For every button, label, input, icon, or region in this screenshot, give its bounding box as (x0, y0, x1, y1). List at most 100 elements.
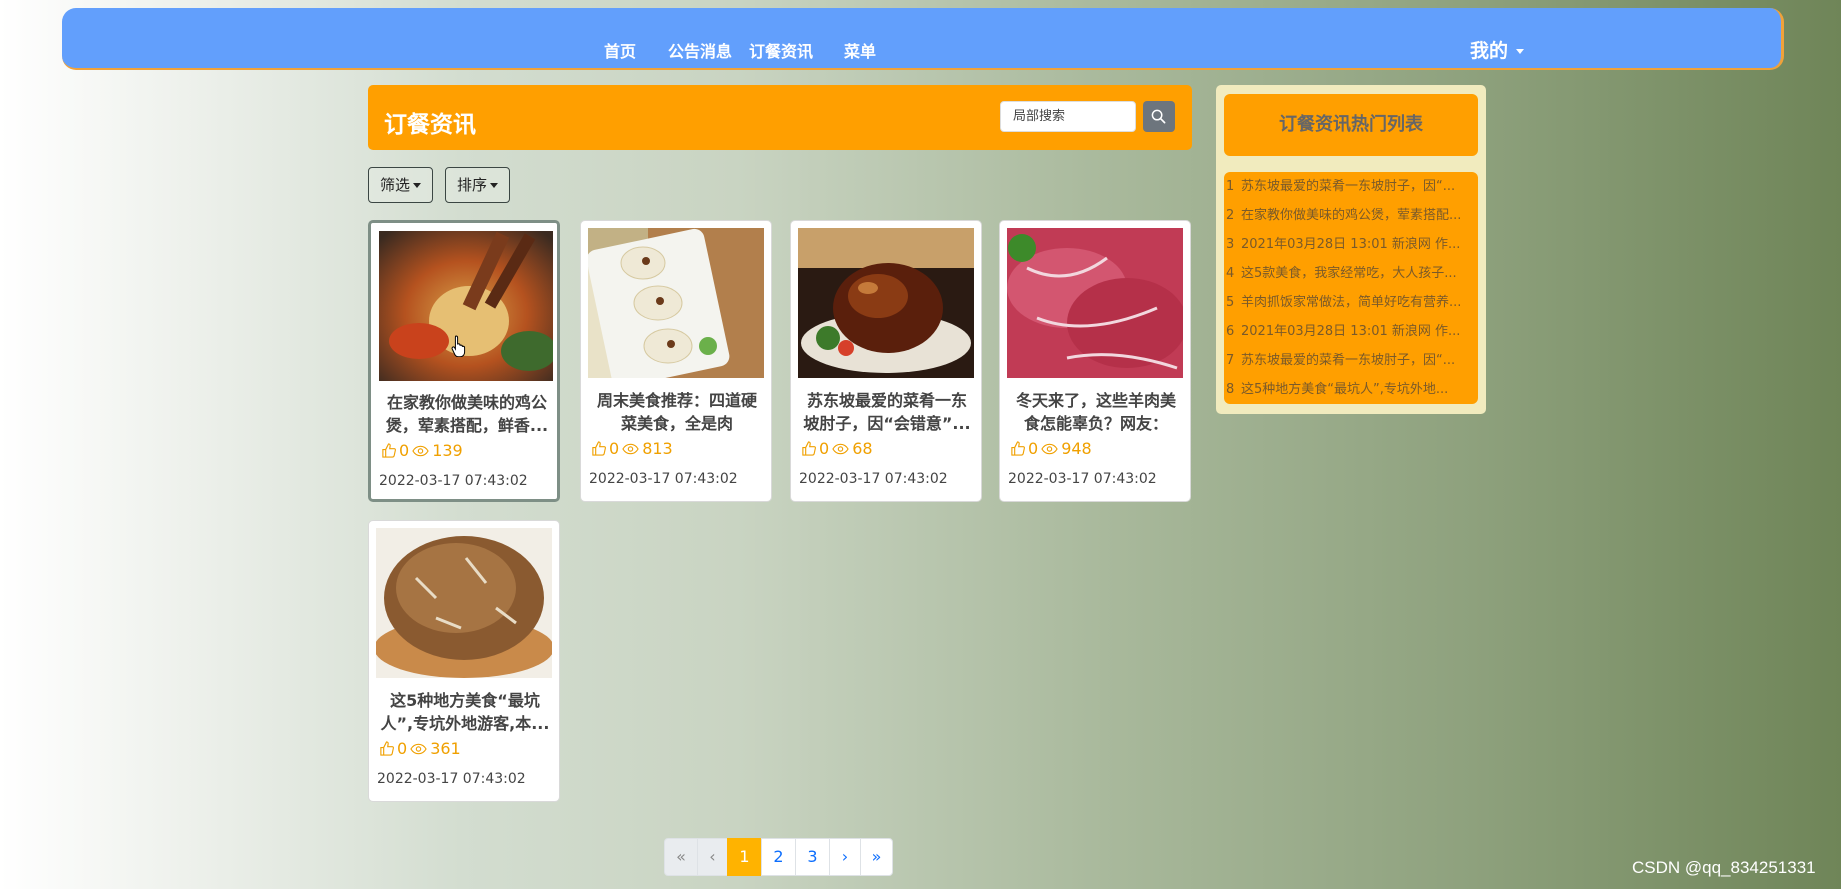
card-title: 冬天来了，这些羊肉美食怎能辜负？网友：现... (1015, 391, 1176, 433)
sort-dropdown-button[interactable]: 排序 (445, 167, 511, 203)
hot-item-text: 在家教你做美味的鸡公煲，荤素搭配... (1241, 208, 1462, 223)
like-count: 0 (819, 439, 830, 458)
view-count: 948 (1061, 439, 1092, 458)
hot-list-item[interactable]: 7 苏东坡最爱的菜肴一东坡肘子，因“... (1224, 346, 1478, 375)
pagination-prev-button[interactable]: ‹ (697, 838, 728, 876)
hot-list-item[interactable]: 2 在家教你做美味的鸡公煲，荤素搭配... (1224, 201, 1478, 230)
card-title: 苏东坡最爱的菜肴一东坡肘子，因“会错意”... (803, 391, 971, 433)
pagination-page-1[interactable]: 1 (727, 838, 762, 876)
view-count: 68 (852, 439, 873, 458)
search-button[interactable] (1143, 101, 1175, 132)
hot-list-panel: 订餐资讯热门列表 1 苏东坡最爱的菜肴一东坡肘子，因“... 2 在家教你做美味的鸡… (1216, 85, 1486, 414)
like-count: 0 (609, 439, 620, 458)
chevron-down-icon (413, 183, 422, 188)
thumbs-up-icon (592, 441, 606, 456)
eye-icon (410, 743, 427, 754)
eye-icon (832, 443, 849, 454)
hot-item-text: 羊肉抓饭家常做法，简单好吃有营养... (1241, 295, 1462, 310)
hot-item-text: 2021年03月28日 13:01 新浪网 作... (1241, 237, 1461, 252)
hot-item-text: 2021年03月28日 13:01 新浪网 作... (1241, 324, 1461, 339)
hand-cursor-icon (451, 335, 466, 357)
card-title: 这5种地方美食“最坑人”,专坑外地游客,本... (380, 691, 550, 733)
top-navbar: 首页 公告消息 订餐资讯 菜单 我的 (62, 8, 1784, 70)
card-date: 2022-03-17 07:43:02 (799, 471, 948, 487)
card-title: 周末美食推荐：四道硬菜美食，全是肉 (596, 391, 757, 433)
page-title: 订餐资讯 (384, 112, 476, 138)
watermark: CSDN @qq_834251331 (1632, 858, 1816, 877)
like-count: 0 (1028, 439, 1039, 458)
hot-item-text: 苏东坡最爱的菜肴一东坡肘子，因“... (1241, 179, 1456, 194)
hot-item-rank: 8 (1226, 382, 1235, 397)
card-stats: 0 139 (381, 441, 463, 460)
news-card[interactable]: 这5种地方美食“最坑人”,专坑外地游客,本... 0 361 2022-03-1… (368, 520, 560, 802)
hot-list-item[interactable]: 4 这5款美食，我家经常吃，大人孩子... (1224, 259, 1478, 288)
hot-item-rank: 6 (1226, 324, 1235, 339)
card-image-pork-knuckle (798, 228, 974, 378)
news-card[interactable]: 在家教你做美味的鸡公煲，荤素搭配，鲜香... 0 139 2022-03-17 … (368, 220, 560, 502)
hot-list-item[interactable]: 1 苏东坡最爱的菜肴一东坡肘子，因“... (1224, 172, 1478, 201)
hot-item-rank: 3 (1226, 237, 1235, 252)
pagination-page-3[interactable]: 3 (795, 838, 830, 876)
card-stats: 0 948 (1010, 439, 1092, 458)
news-card[interactable]: 周末美食推荐：四道硬菜美食，全是肉 0 813 2022-03-17 07:43… (580, 220, 772, 502)
thumbs-up-icon (1011, 441, 1025, 456)
card-image-rolls (588, 228, 764, 378)
eye-icon (622, 443, 639, 454)
card-stats: 0 361 (379, 739, 461, 758)
hot-item-text: 这5种地方美食“最坑人”,专坑外地... (1241, 382, 1449, 397)
nav-menu[interactable]: 菜单 (844, 38, 876, 62)
like-count: 0 (397, 739, 408, 758)
search-icon (1151, 109, 1166, 124)
hot-item-rank: 2 (1226, 208, 1235, 223)
card-date: 2022-03-17 07:43:02 (379, 473, 528, 489)
view-count: 139 (432, 441, 463, 460)
hot-item-rank: 1 (1226, 179, 1235, 194)
filter-label: 筛选 (380, 176, 411, 194)
hot-list-item[interactable]: 5 羊肉抓饭家常做法，简单好吃有营养... (1224, 288, 1478, 317)
sort-label: 排序 (457, 176, 488, 194)
hot-item-rank: 7 (1226, 353, 1235, 368)
hot-item-rank: 4 (1226, 266, 1235, 281)
hot-list-item[interactable]: 3 2021年03月28日 13:01 新浪网 作... (1224, 230, 1478, 259)
nav-announcements[interactable]: 公告消息 (668, 38, 732, 62)
section-header: 订餐资讯 (368, 85, 1192, 150)
card-date: 2022-03-17 07:43:02 (589, 471, 738, 487)
card-stats: 0 68 (801, 439, 873, 458)
filter-dropdown-button[interactable]: 筛选 (368, 167, 434, 203)
hot-list-title: 订餐资讯热门列表 (1224, 94, 1478, 156)
hot-list-item[interactable]: 8 这5种地方美食“最坑人”,专坑外地... (1224, 375, 1478, 404)
search-input[interactable] (1000, 101, 1136, 132)
hot-list: 1 苏东坡最爱的菜肴一东坡肘子，因“... 2 在家教你做美味的鸡公煲，荤素搭配..… (1224, 172, 1478, 404)
news-card[interactable]: 苏东坡最爱的菜肴一东坡肘子，因“会错意”... 0 68 2022-03-17 … (790, 220, 982, 502)
hot-item-text: 这5款美食，我家经常吃，大人孩子... (1241, 266, 1457, 281)
like-count: 0 (399, 441, 410, 460)
news-card[interactable]: 冬天来了，这些羊肉美食怎能辜负？网友：现... 0 948 2022-03-17… (999, 220, 1191, 502)
nav-home[interactable]: 首页 (604, 38, 636, 62)
hot-item-rank: 5 (1226, 295, 1235, 310)
chevron-down-icon (1516, 49, 1525, 54)
user-menu-dropdown[interactable]: 我的 (1470, 36, 1525, 63)
pagination-next-button[interactable]: › (829, 838, 861, 876)
pagination-last-button[interactable]: » (860, 838, 893, 876)
card-stats: 0 813 (591, 439, 673, 458)
pagination-page-2[interactable]: 2 (761, 838, 796, 876)
pagination-first-button[interactable]: « (664, 838, 698, 876)
eye-icon (412, 445, 429, 456)
nav-dining-news[interactable]: 订餐资讯 (749, 38, 813, 62)
user-menu-label: 我的 (1470, 40, 1509, 62)
hot-list-item[interactable]: 6 2021年03月28日 13:01 新浪网 作... (1224, 317, 1478, 346)
chevron-down-icon (490, 183, 499, 188)
view-count: 361 (430, 739, 461, 758)
thumbs-up-icon (802, 441, 816, 456)
pagination: « ‹ 1 2 3 › » (664, 838, 893, 876)
thumbs-up-icon (382, 443, 396, 458)
card-image-chicken-pot (379, 231, 553, 381)
card-date: 2022-03-17 07:43:02 (1008, 471, 1157, 487)
card-image-bread (376, 528, 552, 678)
view-count: 813 (642, 439, 673, 458)
thumbs-up-icon (380, 741, 394, 756)
card-image-raw-lamb (1007, 228, 1183, 378)
hot-item-text: 苏东坡最爱的菜肴一东坡肘子，因“... (1241, 353, 1456, 368)
card-date: 2022-03-17 07:43:02 (377, 771, 526, 787)
card-title: 在家教你做美味的鸡公煲，荤素搭配，鲜香... (385, 393, 549, 435)
